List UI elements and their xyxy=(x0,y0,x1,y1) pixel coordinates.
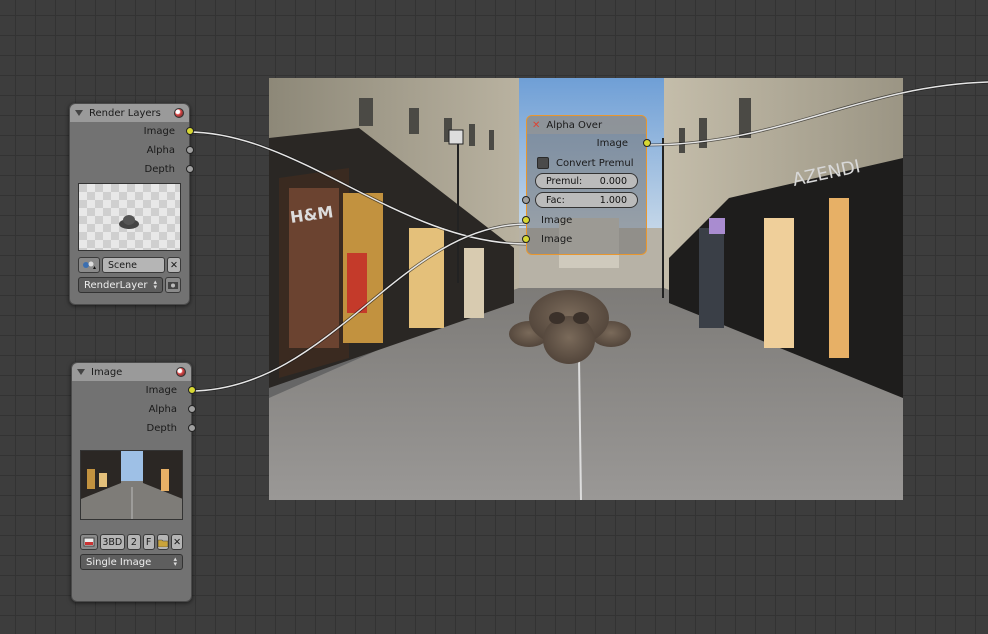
output-alpha-socket[interactable] xyxy=(186,146,194,154)
convert-premul-row: Convert Premul xyxy=(537,156,636,170)
image-node-header[interactable]: Image xyxy=(72,363,191,381)
image-clear-icon[interactable]: ✕ xyxy=(171,534,183,550)
image-name-field[interactable]: 3BD xyxy=(99,534,126,550)
scene-clear-icon[interactable]: ✕ xyxy=(167,257,181,273)
alpha-over-node[interactable]: ✕ Alpha Over Image Convert Premul Premul… xyxy=(522,115,651,255)
image-output-depth-label: Depth xyxy=(146,423,177,434)
scene-browse-icon[interactable]: ▴ xyxy=(78,257,100,273)
image-output-alpha-socket[interactable] xyxy=(188,405,196,413)
fac-input-socket[interactable] xyxy=(522,196,530,204)
collapse-triangle-icon[interactable] xyxy=(77,369,85,375)
alpha-over-input-2: Image xyxy=(522,230,646,249)
fac-label: Fac: xyxy=(546,194,565,206)
scene-selector: ▴ Scene ✕ xyxy=(78,257,181,273)
premul-slider[interactable]: Premul: 0.000 xyxy=(535,173,638,189)
image-preview xyxy=(80,450,183,520)
render-camera-icon[interactable] xyxy=(165,277,181,293)
image-node-title: Image xyxy=(91,366,123,378)
render-layer-row: RenderLayer ▴ ▾ xyxy=(78,277,181,293)
fake-user-toggle[interactable]: F xyxy=(142,534,155,550)
svg-text:▴: ▴ xyxy=(93,264,96,270)
image-users-count[interactable]: 2 xyxy=(127,534,141,550)
image-output-depth-socket[interactable] xyxy=(188,424,196,432)
alpha-over-input-1-socket[interactable] xyxy=(522,216,530,224)
output-depth: Depth xyxy=(70,160,194,179)
collapse-triangle-icon[interactable] xyxy=(75,110,83,116)
render-layers-title: Render Layers xyxy=(89,107,161,119)
render-layers-header[interactable]: Render Layers xyxy=(70,104,189,122)
convert-premul-checkbox[interactable] xyxy=(537,157,549,169)
output-image: Image xyxy=(70,122,194,141)
convert-premul-label: Convert Premul xyxy=(556,157,634,169)
output-alpha-label: Alpha xyxy=(146,145,175,156)
image-output-image-socket[interactable] xyxy=(188,386,196,394)
render-layers-node[interactable]: Render Layers Image Alpha Depth ▴ Scene … xyxy=(69,103,194,305)
alpha-over-input-1: Image xyxy=(522,211,646,230)
output-image-socket[interactable] xyxy=(186,127,194,135)
alpha-over-input-1-label: Image xyxy=(541,215,573,226)
alpha-over-output-socket[interactable] xyxy=(643,139,651,147)
render-layer-label: RenderLayer xyxy=(84,279,148,291)
image-output-image: Image xyxy=(72,381,196,400)
updown-arrows-icon: ▴ ▾ xyxy=(173,555,177,568)
preview-toggle-icon[interactable] xyxy=(174,108,184,118)
image-datablock-row: 3BD 2 F ✕ xyxy=(80,534,183,550)
image-output-alpha-label: Alpha xyxy=(148,404,177,415)
image-output-image-label: Image xyxy=(145,385,177,396)
render-preview xyxy=(78,183,181,251)
output-alpha: Alpha xyxy=(70,141,194,160)
fac-slider[interactable]: Fac: 1.000 xyxy=(522,192,638,208)
output-depth-socket[interactable] xyxy=(186,165,194,173)
alpha-over-input-2-label: Image xyxy=(541,234,573,245)
render-layer-dropdown[interactable]: RenderLayer ▴ ▾ xyxy=(78,277,163,293)
updown-arrows-icon: ▴ ▾ xyxy=(153,278,157,291)
premul-label: Premul: xyxy=(546,175,583,187)
close-x-icon[interactable]: ✕ xyxy=(532,120,540,131)
alpha-over-input-2-socket[interactable] xyxy=(522,235,530,243)
alpha-over-title: Alpha Over xyxy=(546,119,603,131)
image-browse-icon[interactable] xyxy=(80,534,98,550)
output-depth-label: Depth xyxy=(144,164,175,175)
open-folder-icon[interactable] xyxy=(156,534,170,550)
fac-value: 1.000 xyxy=(599,194,627,206)
premul-value: 0.000 xyxy=(599,175,627,187)
alpha-over-output-label: Image xyxy=(596,138,628,149)
image-output-depth: Depth xyxy=(72,419,196,438)
alpha-over-header[interactable]: ✕ Alpha Over xyxy=(527,116,646,134)
output-image-label: Image xyxy=(143,126,175,137)
scene-name-field[interactable]: Scene xyxy=(102,257,165,273)
preview-toggle-icon[interactable] xyxy=(176,367,186,377)
image-node[interactable]: Image Image Alpha Depth 3BD 2 F ✕ Single… xyxy=(71,362,196,602)
image-source-dropdown[interactable]: Single Image ▴ ▾ xyxy=(80,554,183,570)
image-output-alpha: Alpha xyxy=(72,400,196,419)
alpha-over-output: Image xyxy=(527,134,651,153)
image-source-label: Single Image xyxy=(86,556,152,568)
image-source-row: Single Image ▴ ▾ xyxy=(80,554,183,570)
